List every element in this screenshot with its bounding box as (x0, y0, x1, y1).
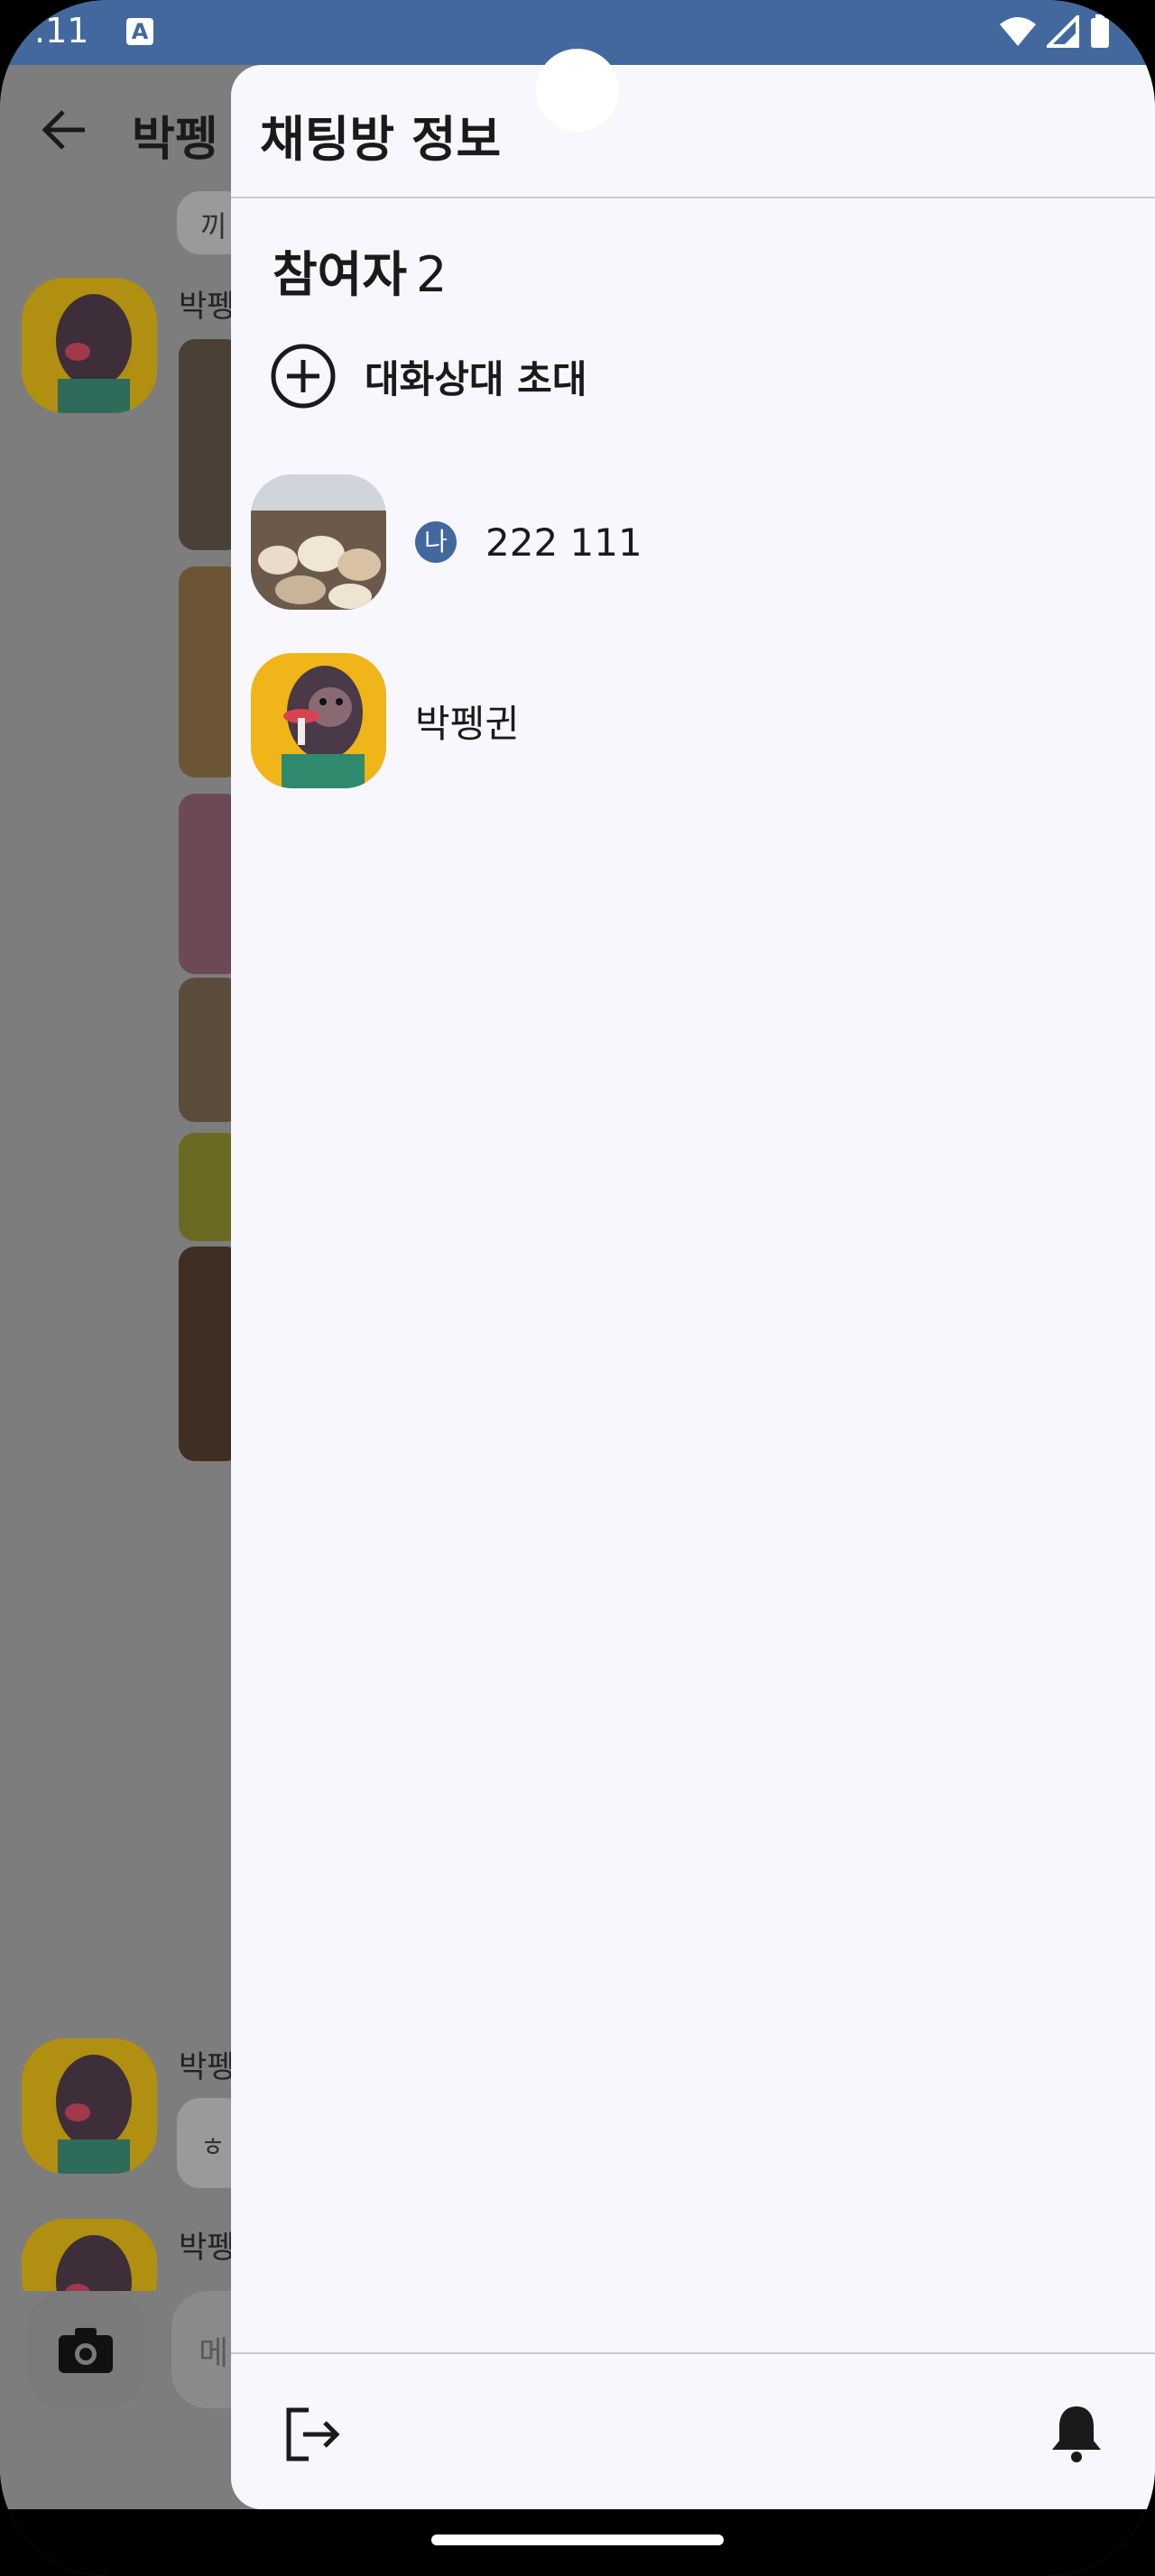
home-handle[interactable] (431, 2535, 724, 2545)
camera-cutout (536, 49, 619, 132)
message-snippet: 끼 (200, 209, 227, 244)
leave-room-icon[interactable] (282, 2403, 345, 2466)
participants-label: 참여자 (273, 246, 408, 303)
message-input-placeholder: 메 (199, 2335, 229, 2372)
device-frame: .11 A 박펭 끼 박펭 박펭 ㅎ 박펭 메 채팅방 정보 참여자 2 대화상… (0, 0, 1155, 2576)
chat-room-info-drawer: 채팅방 정보 참여자 2 대화상대 초대 나 222 111 박펭귄 (231, 65, 1155, 2509)
invite-label: 대화상대 초대 (365, 356, 587, 401)
sender-avatar (22, 2038, 157, 2174)
drawer-footer (231, 2352, 1155, 2509)
participants-heading: 참여자 2 (273, 235, 447, 306)
wifi-icon (1000, 17, 1036, 46)
participants-count: 2 (416, 246, 448, 303)
participant-avatar (251, 653, 386, 788)
notification-a-icon: A (126, 18, 153, 45)
notification-bell-icon[interactable] (1045, 2401, 1108, 2464)
participant-row[interactable]: 박펭귄 (251, 653, 520, 788)
sender-avatar (22, 278, 157, 413)
camera-button[interactable] (27, 2291, 144, 2408)
status-time: .11 (34, 11, 89, 51)
drawer-title: 채팅방 정보 (260, 111, 502, 168)
invite-participant-button[interactable]: 대화상대 초대 (269, 336, 587, 417)
camera-icon (59, 2328, 113, 2373)
participant-name: 박펭귄 (415, 701, 520, 746)
battery-icon (1091, 14, 1109, 48)
message-snippet: ㅎ (200, 2132, 226, 2164)
me-badge: 나 (415, 521, 457, 563)
add-circle-icon (271, 344, 336, 409)
drawer-header: 채팅방 정보 (231, 65, 1155, 198)
participant-name: 222 111 (485, 520, 642, 565)
status-icons (1000, 14, 1110, 49)
participant-row-me[interactable]: 나 222 111 (251, 474, 642, 610)
participant-avatar (251, 474, 386, 610)
chat-title: 박펭 (132, 113, 218, 167)
signal-icon (1047, 15, 1079, 48)
sender-name: 박펭 (179, 289, 236, 325)
back-arrow-icon[interactable] (40, 105, 90, 155)
sender-name: 박펭 (179, 2049, 236, 2085)
navigation-bar (0, 2509, 1155, 2576)
sender-name: 박펭 (179, 2230, 236, 2266)
